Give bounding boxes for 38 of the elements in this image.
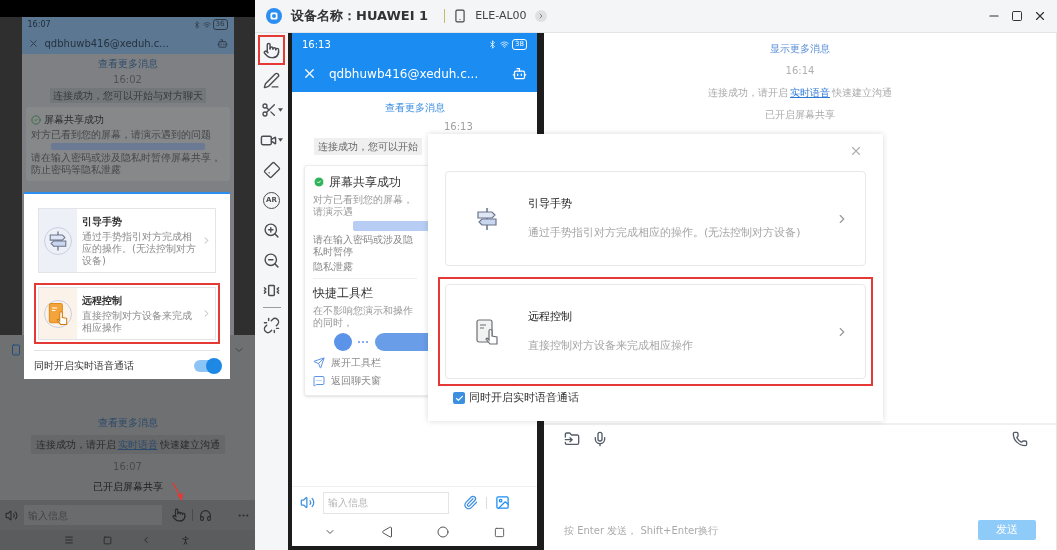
status-time: 16:07 xyxy=(27,18,51,31)
card-note: 请在输入密码或涉及隐私时暂停 xyxy=(313,234,414,258)
option-title: 远程控制 xyxy=(82,294,123,308)
mode-option[interactable]: 远程控制 直接控制对方设备来完成相应操作 xyxy=(34,283,220,344)
option-description: 通过手势指引对方完成相应的操作。(无法控制对方设备) xyxy=(528,224,802,241)
card-title: 快捷工具栏 xyxy=(313,285,374,302)
option-description: 直接控制对方设备来完成相应操作 xyxy=(82,310,193,334)
event-message: 已开启屏幕共享 xyxy=(765,108,835,122)
system-message: 连接成功，您可以开始 xyxy=(314,138,422,155)
more-messages-link[interactable]: 显示更多消息 xyxy=(770,41,830,56)
option-description: 直接控制对方设备来完成相应操作 xyxy=(528,337,694,354)
option-title: 引导手势 xyxy=(82,215,123,229)
option-title: 引导手势 xyxy=(528,196,573,212)
toolbar-item-label: 展开工具栏 xyxy=(331,356,381,370)
card-title: 屏幕共享成功 xyxy=(43,113,104,127)
option-description: 通过手势指引对方完成相应的操作。(无法控制对方设备) xyxy=(82,231,196,267)
window-title: 设备名称：HUAWEI 1 xyxy=(291,7,429,26)
system-message: 连接成功，请开启 实时语音 快速建立沟通 xyxy=(708,86,892,100)
chat-title: qdbhuwb416@xeduh.c... xyxy=(329,65,480,83)
message-time: 16:13 xyxy=(444,120,474,134)
device-model: ELE-AL00 xyxy=(475,7,527,24)
message-time: 16:14 xyxy=(785,64,815,78)
card-text: 对方已看到您的屏幕，请演示遇 xyxy=(313,194,414,218)
message-input[interactable]: 输入信息 xyxy=(323,491,449,514)
card-note: 隐私泄露 xyxy=(313,261,354,273)
option-title: 远程控制 xyxy=(528,309,573,325)
status-time: 16:13 xyxy=(302,37,331,52)
event-message: 已开启屏幕共享 xyxy=(92,480,163,494)
card-title: 屏幕共享成功 xyxy=(329,174,401,191)
toggle-label: 同时开启实时语音通话 xyxy=(34,359,134,373)
more-messages-link[interactable]: 查看更多消息 xyxy=(384,100,445,115)
checkbox-label: 同时开启实时语音通话 xyxy=(469,390,579,406)
voice-link[interactable]: 实时语音 xyxy=(790,87,830,98)
toolbar-item-label: 返回聊天窗 xyxy=(331,374,381,388)
input-hint: 按 Enter 发送， Shift+Enter换行 xyxy=(564,523,719,538)
mode-option[interactable]: 远程控制 直接控制对方设备来完成相应操作 xyxy=(438,277,873,386)
card-text: 在不影响您演示和操作的同时， xyxy=(313,305,414,329)
chat-title: qdbhuwb416@xeduh.c... xyxy=(44,36,170,51)
